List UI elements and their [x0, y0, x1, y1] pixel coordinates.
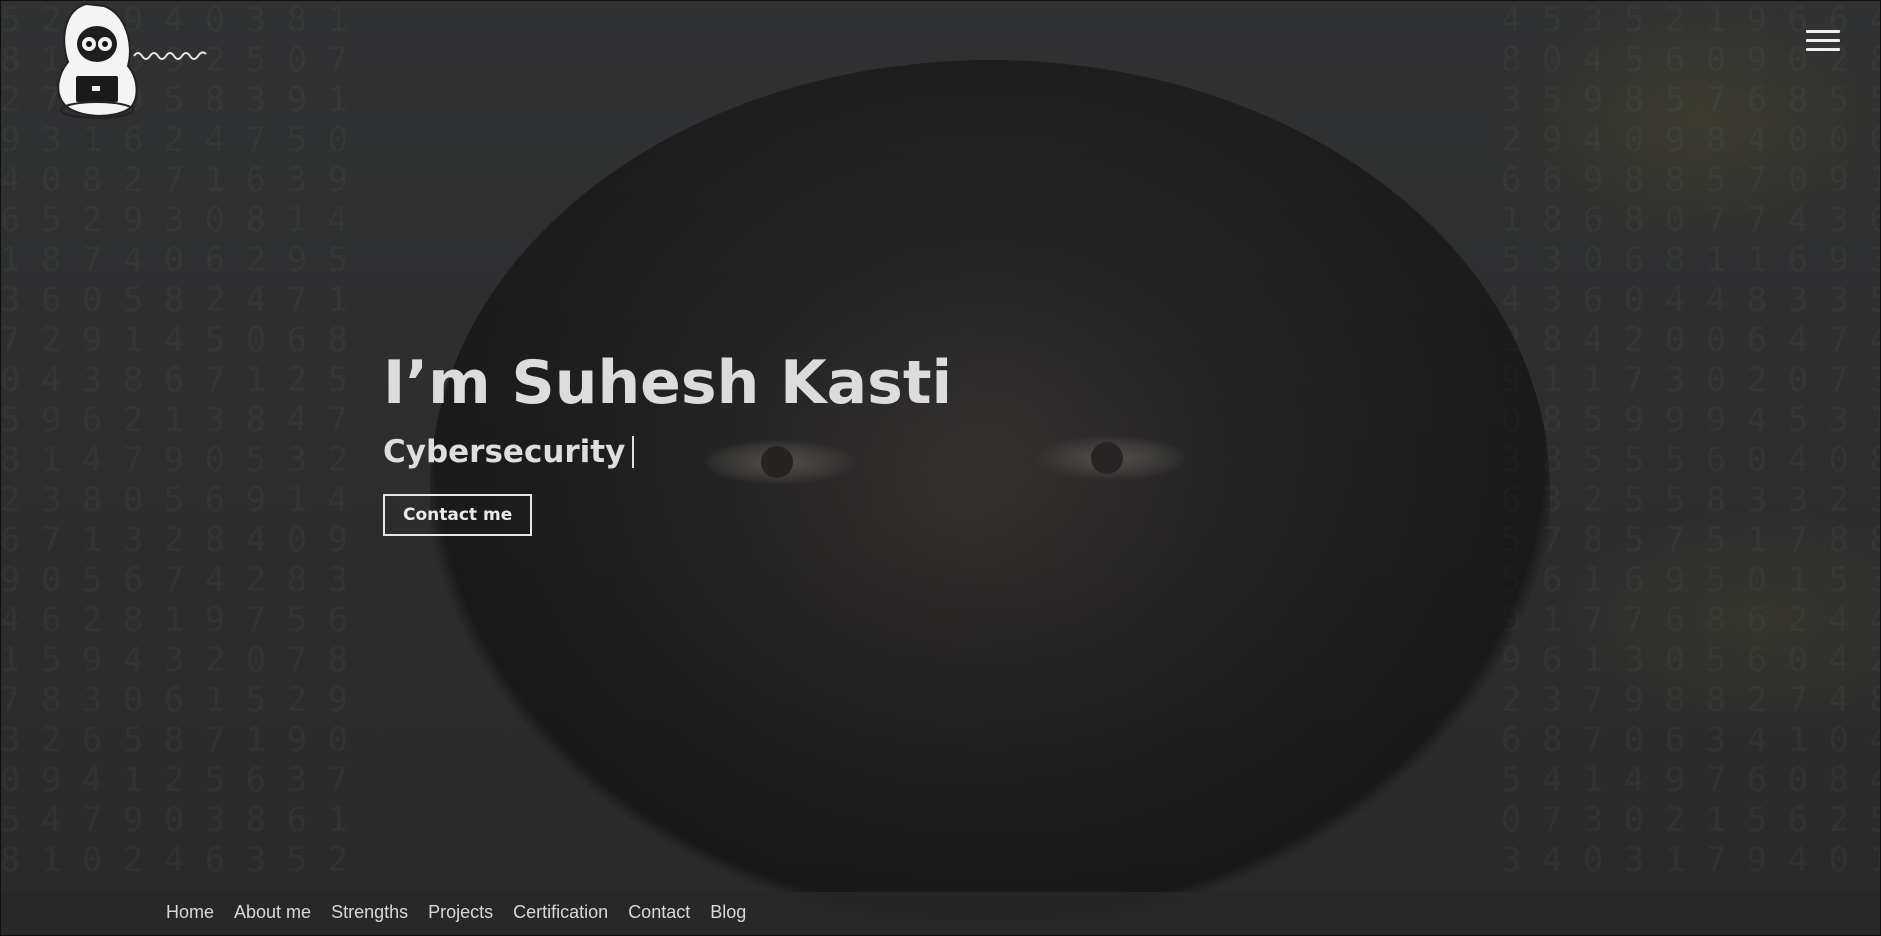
nav-item-contact[interactable]: Contact — [628, 902, 690, 923]
hamburger-menu-icon — [1806, 30, 1840, 33]
page: 5 2 6 9 4 0 3 8 1 7 2 4 8 1 6 3 9 2 5 0 … — [0, 0, 1881, 936]
hacker-with-laptop-logo-icon — [57, 2, 207, 119]
matrix-background-right: 4 5 3 5 2 1 9 6 6 4 2 8 8 0 4 5 6 0 9 0 … — [1501, 0, 1881, 876]
typing-cursor — [632, 436, 635, 468]
bottom-navigation: Home About me Strengths Projects Certifi… — [0, 892, 1881, 936]
nav-item-home[interactable]: Home — [166, 902, 214, 923]
site-logo[interactable] — [34, 0, 220, 124]
matrix-background-left: 5 2 6 9 4 0 3 8 1 7 2 4 8 1 6 3 9 2 5 0 … — [0, 0, 348, 876]
nav-item-projects[interactable]: Projects — [428, 902, 493, 923]
eye-right-background — [1035, 436, 1185, 480]
nav-item-strengths[interactable]: Strengths — [331, 902, 408, 923]
hamburger-menu-button[interactable] — [1806, 30, 1840, 56]
hero-typed-subtitle: Cybersecurity — [383, 428, 952, 476]
contact-me-button[interactable]: Contact me — [383, 494, 533, 536]
nav-item-about-me[interactable]: About me — [234, 902, 311, 923]
typed-text: Cybersecurity — [383, 434, 626, 470]
nav-item-certification[interactable]: Certification — [513, 902, 608, 923]
hero-section: I’m Suhesh Kasti Cybersecurity Contact m… — [383, 340, 952, 536]
hero-title: I’m Suhesh Kasti — [383, 348, 953, 418]
nav-item-blog[interactable]: Blog — [710, 902, 746, 923]
